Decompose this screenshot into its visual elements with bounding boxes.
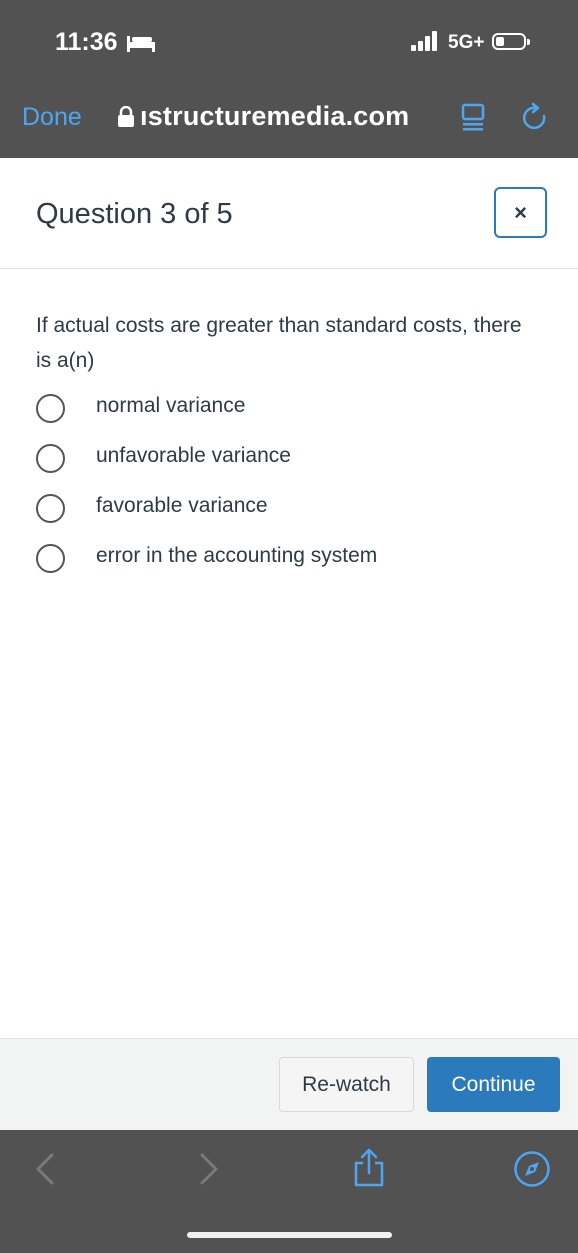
quiz-footer: Re-watch Continue [0, 1038, 578, 1131]
done-button[interactable]: Done [22, 103, 82, 132]
answer-label[interactable]: normal variance [96, 394, 245, 418]
answer-option[interactable]: unfavorable variance [36, 438, 536, 488]
question-title: Question 3 of 5 [36, 198, 233, 230]
forward-icon[interactable] [196, 1152, 222, 1186]
status-bar: 11:36 5G+ [0, 0, 578, 88]
lock-icon [118, 106, 134, 127]
back-icon[interactable] [32, 1152, 58, 1186]
question-prompt: If actual costs are greater than standar… [36, 314, 522, 372]
quiz-header: Question 3 of 5 × [0, 158, 578, 269]
answer-label[interactable]: favorable variance [96, 494, 268, 518]
battery-icon [492, 33, 530, 50]
radio-button[interactable] [36, 494, 65, 523]
rewatch-button[interactable]: Re-watch [279, 1057, 414, 1112]
bed-icon [127, 36, 155, 52]
answer-option[interactable]: favorable variance [36, 488, 536, 538]
home-indicator [187, 1232, 392, 1238]
reader-icon[interactable] [461, 103, 485, 133]
radio-button[interactable] [36, 394, 65, 423]
url-field[interactable]: ıstructuremedia.com [140, 101, 409, 132]
status-time: 11:36 [55, 28, 118, 56]
compass-icon[interactable] [513, 1150, 551, 1188]
browser-toolbar [0, 1130, 578, 1253]
answer-option[interactable]: normal variance [36, 388, 536, 438]
close-icon: × [514, 199, 527, 225]
answer-option[interactable]: error in the accounting system [36, 538, 536, 588]
continue-button[interactable]: Continue [427, 1057, 560, 1112]
radio-button[interactable] [36, 544, 65, 573]
answer-label[interactable]: unfavorable variance [96, 444, 291, 468]
browser-bar: Done ıstructuremedia.com [0, 88, 578, 158]
signal-icon [411, 31, 437, 51]
answer-options: normal variance unfavorable variance fav… [36, 388, 536, 588]
radio-button[interactable] [36, 444, 65, 473]
close-button[interactable]: × [494, 187, 547, 238]
reload-icon[interactable] [520, 102, 552, 134]
answer-label[interactable]: error in the accounting system [96, 544, 377, 568]
share-icon[interactable] [352, 1148, 386, 1188]
network-label: 5G+ [448, 32, 485, 53]
